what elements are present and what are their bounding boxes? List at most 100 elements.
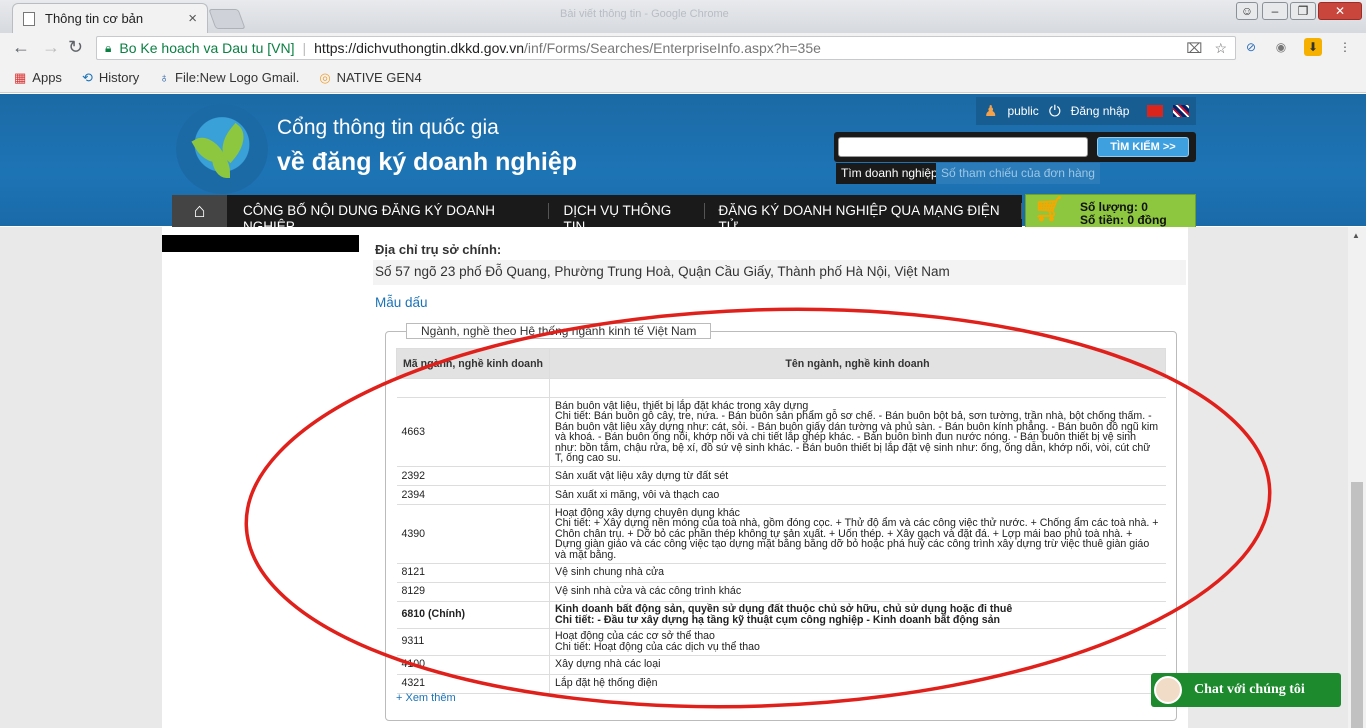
table-row: 9311 Hoạt động của các cơ sở thể thao Chi … [396, 628, 1166, 656]
url-separator: | [302, 40, 307, 56]
translate-icon[interactable]: ⌧ [1186, 40, 1202, 57]
business-line-text: Kinh doanh bất động sản, quyền sử dụng đ… [555, 603, 1013, 615]
scroll-up-icon[interactable]: ▲ [1352, 231, 1360, 240]
user-icon: ♟ [984, 103, 998, 120]
forward-icon[interactable]: → [42, 37, 60, 58]
document-icon [23, 11, 35, 26]
business-line-text: Chi tiết: + Xây dựng nền móng của toà nh… [555, 517, 1159, 561]
vietnam-flag-icon[interactable] [1147, 105, 1164, 117]
nav-online-registration[interactable]: ĐĂNG KÝ DOANH NGHIỆP QUA MẠNG ĐIỆN TỬ [705, 203, 1022, 234]
address-label: Địa chỉ trụ sở chính: [375, 242, 502, 257]
table-row: 4100 Xây dựng nhà các loại [396, 655, 1166, 675]
business-line-text: Chi tiết: Bán buôn gỗ cây, tre, nứa. - B… [555, 410, 1159, 464]
table-row [396, 378, 1166, 398]
browser-tab[interactable]: Thông tin cơ bản × [12, 3, 208, 33]
tab-close-icon[interactable]: × [188, 10, 197, 27]
minimize-button[interactable]: – [1262, 2, 1288, 20]
business-line-text: Sản xuất vật liệu xây dựng từ đất sét [555, 469, 729, 482]
business-name: Bán buôn vật liệu, thiết bị lắp đặt khác… [549, 397, 1166, 467]
wikimedia-icon: ♁ [159, 70, 170, 85]
chat-button[interactable]: Chat với chúng tôi [1151, 673, 1341, 707]
search-button[interactable]: TÌM KIẾM >> [1097, 137, 1189, 157]
business-line-text: Chi tiết: Hoạt động của các dịch vụ thể … [555, 640, 760, 653]
uk-flag-icon[interactable] [1173, 105, 1190, 117]
business-name: Sản xuất xi măng, vôi và thạch cao [549, 485, 1166, 505]
business-code [396, 378, 550, 398]
extension-camera-icon[interactable]: ◉ [1272, 38, 1290, 56]
business-name: Vệ sinh nhà cửa và các công trình khác [549, 582, 1166, 602]
search-input[interactable] [838, 137, 1088, 157]
power-icon: ⏻ [1048, 102, 1061, 120]
bookmark-history[interactable]: ⟲ History [82, 70, 139, 86]
bookmark-native-gen4[interactable]: ◎ NATIVE GEN4 [319, 70, 421, 86]
extension-paperclip-icon[interactable]: ⊘ [1242, 38, 1260, 56]
extension-download-icon[interactable]: ⬇ [1304, 38, 1322, 56]
bookmark-apps[interactable]: ▦ Apps [14, 70, 62, 86]
address-bar[interactable]: 🔒︎ Bo Ke hoach va Dau tu [VN] | https://… [96, 36, 1236, 60]
table-row: 2392 Sản xuất vật liệu xây dựng từ đất sé… [396, 466, 1166, 486]
business-code: 4390 [396, 504, 550, 564]
business-name: Kinh doanh bất động sản, quyền sử dụng đ… [549, 601, 1166, 629]
profile-button[interactable]: ☺ [1236, 2, 1258, 20]
business-line-text: Lắp đặt hệ thống điện [555, 677, 658, 690]
chat-avatar [1154, 676, 1182, 704]
search-box: 🔍︎ TÌM KIẾM >> [834, 132, 1196, 162]
business-name: Xây dựng nhà các loại [549, 655, 1166, 675]
close-window-button[interactable]: ✕ [1318, 2, 1362, 20]
back-icon[interactable]: ← [12, 37, 30, 58]
business-line-text: Vệ sinh chung nhà cửa [555, 566, 664, 579]
table-row: 4663 Bán buôn vật liệu, thiết bị lắp đặt … [396, 397, 1166, 467]
user-bar: ♟ public ⏻ Đăng nhập [976, 97, 1196, 125]
column-header-code: Mã ngành, nghề kinh doanh [396, 348, 550, 379]
cart-amount: Số tiền: 0 đồng [1080, 213, 1167, 227]
user-name: public [1007, 104, 1039, 118]
show-more-link[interactable]: + Xem thêm [396, 692, 456, 704]
business-line-text: Vệ sinh nhà cửa và các công trình khác [555, 585, 742, 598]
business-code: 4321 [396, 674, 550, 694]
tab-find-enterprise[interactable]: Tìm doanh nghiệp [836, 163, 943, 184]
business-code: 9311 [396, 628, 550, 656]
url-path: /inf/Forms/Searches/EnterpriseInfo.aspx?… [524, 40, 821, 56]
reload-icon[interactable]: ↻ [68, 37, 83, 58]
url-host: https://dichvuthongtin.dkkd.gov.vn [314, 40, 525, 56]
apps-grid-icon: ▦ [14, 69, 27, 85]
business-code: 6810 (Chính) [396, 601, 550, 629]
business-line-text: Chi tiết: - Đầu tư xây dựng hạ tầng kỹ t… [555, 613, 1000, 626]
business-code: 8121 [396, 563, 550, 583]
table-row: 6810 (Chính) Kinh doanh bất động sản, quy… [396, 601, 1166, 629]
login-link[interactable]: Đăng nhập [1071, 104, 1130, 118]
nav-public-content[interactable]: CÔNG BỐ NỘI DUNG ĐĂNG KÝ DOANH NGHIỆP [227, 203, 550, 234]
history-icon: ⟲ [81, 69, 93, 85]
business-line-text: Hoạt động của các cơ sở thể thao [555, 630, 715, 642]
nav-info-services[interactable]: DỊCH VỤ THÔNG TIN [549, 203, 705, 234]
browser-toolbar: ← → ↻ 🔒︎ Bo Ke hoach va Dau tu [VN] | ht… [0, 33, 1366, 63]
business-name: Hoạt động xây dựng chuyên dụng khác Chi t… [549, 504, 1166, 564]
tab-title: Thông tin cơ bản [45, 11, 144, 26]
business-code: 2392 [396, 466, 550, 486]
table-row: 8121 Vệ sinh chung nhà cửa [396, 563, 1166, 583]
business-name: Vệ sinh chung nhà cửa [549, 563, 1166, 583]
bookmark-star-icon[interactable]: ☆ [1214, 40, 1227, 57]
address-value: Số 57 ngõ 23 phố Đỗ Quang, Phường Trung … [373, 260, 1186, 285]
site-identity[interactable]: Bo Ke hoach va Dau tu [VN] [119, 40, 294, 56]
business-code: 8129 [396, 582, 550, 602]
bookmark-new-logo-gmail[interactable]: ♁ File:New Logo Gmail. [159, 70, 299, 85]
tab-order-reference[interactable]: Số tham chiếu của đơn hàng [936, 163, 1100, 184]
maximize-button[interactable]: ❐ [1290, 2, 1316, 20]
business-line-text: Xây dựng nhà các loại [555, 658, 661, 671]
column-header-name: Tên ngành, nghề kinh doanh [549, 348, 1166, 379]
business-code: 2394 [396, 485, 550, 505]
table-row: 8129 Vệ sinh nhà cửa và các công trình kh… [396, 582, 1166, 602]
page-scrollbar[interactable]: ▲ [1348, 227, 1366, 728]
cart-icon: 🛒︎ [1034, 196, 1065, 223]
business-code: 4663 [396, 397, 550, 467]
home-icon[interactable]: ⌂ [172, 195, 227, 227]
business-name: Hoạt động của các cơ sở thể thao Chi tiết… [549, 628, 1166, 656]
menu-icon[interactable]: ⋮ [1336, 38, 1354, 56]
lock-icon: 🔒︎ [105, 40, 112, 55]
seal-link[interactable]: Mẫu dấu [375, 295, 428, 310]
site-logo[interactable] [176, 104, 268, 194]
scrollbar-thumb[interactable] [1351, 482, 1363, 728]
business-code: 4100 [396, 655, 550, 675]
table-row: 4390 Hoạt động xây dựng chuyên dụng khác C… [396, 504, 1166, 564]
